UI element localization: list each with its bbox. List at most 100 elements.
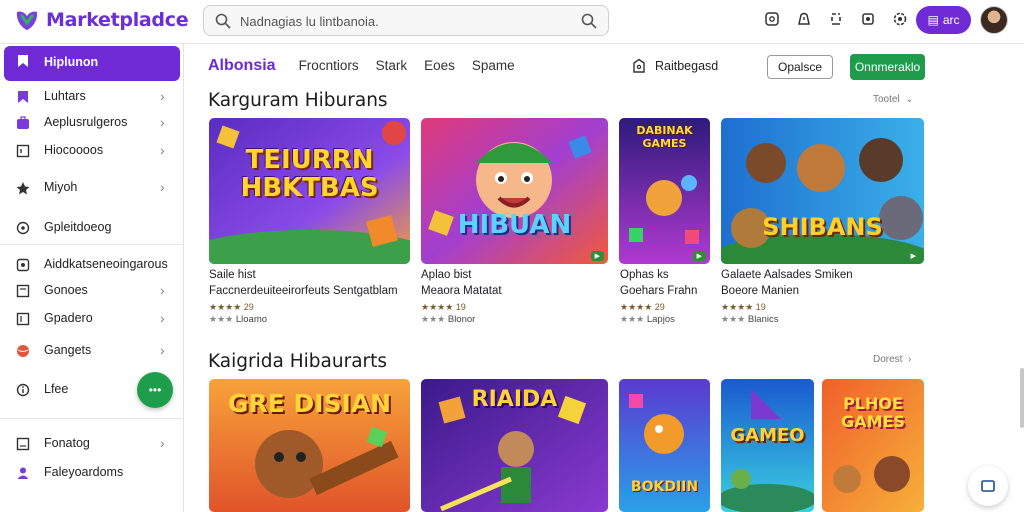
game-card-sub-text: Blanics (747, 314, 779, 325)
section-title: Karguram Hiburans (208, 90, 388, 111)
rating-stars: ★★★★ 29 (620, 302, 665, 312)
game-art-title: GAMEO (730, 425, 805, 446)
category-tabs: Albonsia Frocntiors Stark Eoes Spame (208, 57, 532, 75)
sidebar: Hiplunon Luhtars › Aeplusrulgeros › Hioc… (0, 44, 184, 512)
game-card-art[interactable]: DABINAK GAMES ▶ (619, 118, 710, 264)
ball-icon (17, 345, 29, 357)
sidebar-item-label: Fonatog (44, 436, 90, 450)
game-card-art[interactable]: TEIURRN HBKTBAS (209, 118, 410, 264)
sidebar-item-label: Lfee (44, 382, 69, 396)
star-icon (16, 182, 30, 195)
sidebar-item-5[interactable]: Gpleitdoeog (4, 213, 180, 243)
game-card-art[interactable]: PLHOE GAMES (822, 379, 924, 512)
sidebar-item-4[interactable]: Miyoh › (4, 173, 180, 203)
tab-1[interactable]: Frocntiors (299, 58, 359, 73)
top-icons (762, 9, 910, 29)
top-bar: Marketpladce ▤ arc (0, 0, 1024, 44)
puzzle-icon[interactable] (826, 9, 846, 29)
game-art-title: RIAIDA (471, 387, 558, 412)
apps-icon[interactable] (858, 9, 878, 29)
search-submit-icon[interactable] (580, 12, 598, 30)
game-card-art[interactable]: HIBUAN ▶ (421, 118, 608, 264)
game-card-meta: Aplao bist Meaora Matatat ★★★★ 19 ★★★ Bl… (421, 269, 502, 325)
bag-link[interactable]: Raitbegasd (631, 58, 718, 74)
box-icon (16, 144, 30, 158)
game-card-art[interactable]: GRE DISIAN (209, 379, 410, 512)
alert-icon[interactable] (794, 9, 814, 29)
briefcase-icon (17, 116, 29, 129)
game-card-sub-text: Blonor (447, 314, 476, 325)
sidebar-item-8[interactable]: Gpadero › (4, 304, 180, 334)
rating-grey-icon: ★★★ (421, 314, 446, 324)
search-bar[interactable] (203, 5, 609, 36)
chevron-right-icon: › (160, 179, 165, 195)
chevron-down-icon: ⌄ (905, 94, 914, 105)
game-card-sub-text: Lloamo (235, 314, 268, 325)
game-card-art[interactable]: BOKDIIN (619, 379, 710, 512)
sidebar-item-3[interactable]: Hiocoooos › (4, 136, 180, 166)
sidebar-item-label: Aiddkatseneoingarous (44, 257, 168, 271)
outline-button[interactable]: Opalsce (767, 55, 833, 79)
bag-icon (633, 58, 645, 73)
game-card-title[interactable]: Goehars Frahn (620, 285, 697, 297)
rating-grey-icon: ★★★ (209, 314, 234, 324)
search-input[interactable] (240, 10, 570, 32)
sidebar-item-2[interactable]: Aeplusrulgeros › (4, 108, 180, 138)
sidebar-item-11[interactable]: Fonatog › (4, 429, 180, 459)
see-more-label: Dorest (873, 354, 903, 365)
see-more-link[interactable]: Tootel ⌄ (873, 94, 914, 105)
game-art-image (721, 118, 924, 264)
status-badge: ▶ (906, 251, 920, 261)
game-card-sub: ★★★ Blonor (421, 314, 475, 325)
tab-2[interactable]: Stark (376, 58, 408, 73)
game-card-art[interactable]: GAMEO (721, 379, 814, 512)
game-card-art[interactable]: SHIBANS ▶ (721, 118, 924, 264)
game-art-title: SHIBANS (762, 213, 883, 241)
game-card-sub: ★★★ Lapjos (620, 314, 675, 325)
chat-button[interactable] (968, 466, 1008, 506)
avatar[interactable] (980, 6, 1008, 34)
bookmark-icon (18, 55, 28, 67)
tab-3[interactable]: Eoes (424, 58, 455, 73)
logo-text: Marketpladce (46, 9, 189, 31)
primary-button[interactable]: Onnmeraklo (850, 54, 925, 80)
account-pill-button[interactable]: ▤ arc (916, 6, 971, 34)
scrollbar[interactable] (1020, 368, 1024, 428)
sidebar-item-label: Gonoes (44, 283, 88, 297)
sidebar-item-label: Faleyoardoms (44, 465, 124, 479)
tab-0[interactable]: Albonsia (208, 57, 276, 75)
screen-icon[interactable] (762, 9, 782, 29)
game-card-line1: Galaete Aalsades Smiken (721, 269, 853, 281)
game-card-line1: Ophas ks (620, 269, 669, 281)
logo-icon (16, 11, 38, 30)
sidebar-item-label: Hiocoooos (44, 143, 104, 157)
chevron-right-icon: › (160, 142, 165, 158)
app-logo[interactable]: Marketpladce (14, 7, 189, 33)
game-card-art[interactable]: RIAIDA (421, 379, 608, 512)
info-icon (16, 383, 30, 397)
section-title: Kaigrida Hibaurarts (208, 351, 388, 372)
sidebar-item-12[interactable]: Faleyoardoms (4, 458, 180, 488)
game-card-line1: Saile hist (209, 269, 256, 281)
see-more-link[interactable]: Dorest › (873, 354, 911, 365)
game-card-title[interactable]: Boeore Manien (721, 285, 853, 297)
sidebar-item-7[interactable]: Gonoes › (4, 276, 180, 306)
chevron-right-icon: › (160, 88, 165, 104)
tab-4[interactable]: Spame (472, 58, 515, 73)
rating-stars: ★★★★ 29 (209, 302, 254, 312)
sidebar-item-0[interactable]: Hiplunon (4, 46, 180, 81)
status-badge: ▶ (590, 251, 604, 261)
game-art-title: TEIURRN HBKTBAS (240, 145, 379, 203)
search-icon (215, 13, 231, 29)
sidebar-divider (0, 244, 184, 245)
box-icon (16, 284, 30, 298)
rating-stars: ★★★★ 19 (421, 302, 466, 312)
sidebar-item-9[interactable]: Gangets › (4, 336, 180, 366)
settings-icon[interactable] (890, 9, 910, 29)
game-card-title[interactable]: Meaora Matatat (421, 285, 502, 297)
circle-icon (16, 221, 30, 235)
game-card-title[interactable]: Faccnerdeuiteeirorfeuts Sentgatblam (209, 285, 398, 297)
compose-fab-button[interactable]: ••• (137, 372, 173, 408)
see-more-label: Tootel (873, 94, 900, 105)
game-card-meta: Ophas ks Goehars Frahn ★★★★ 29 ★★★ Lapjo… (620, 269, 697, 325)
